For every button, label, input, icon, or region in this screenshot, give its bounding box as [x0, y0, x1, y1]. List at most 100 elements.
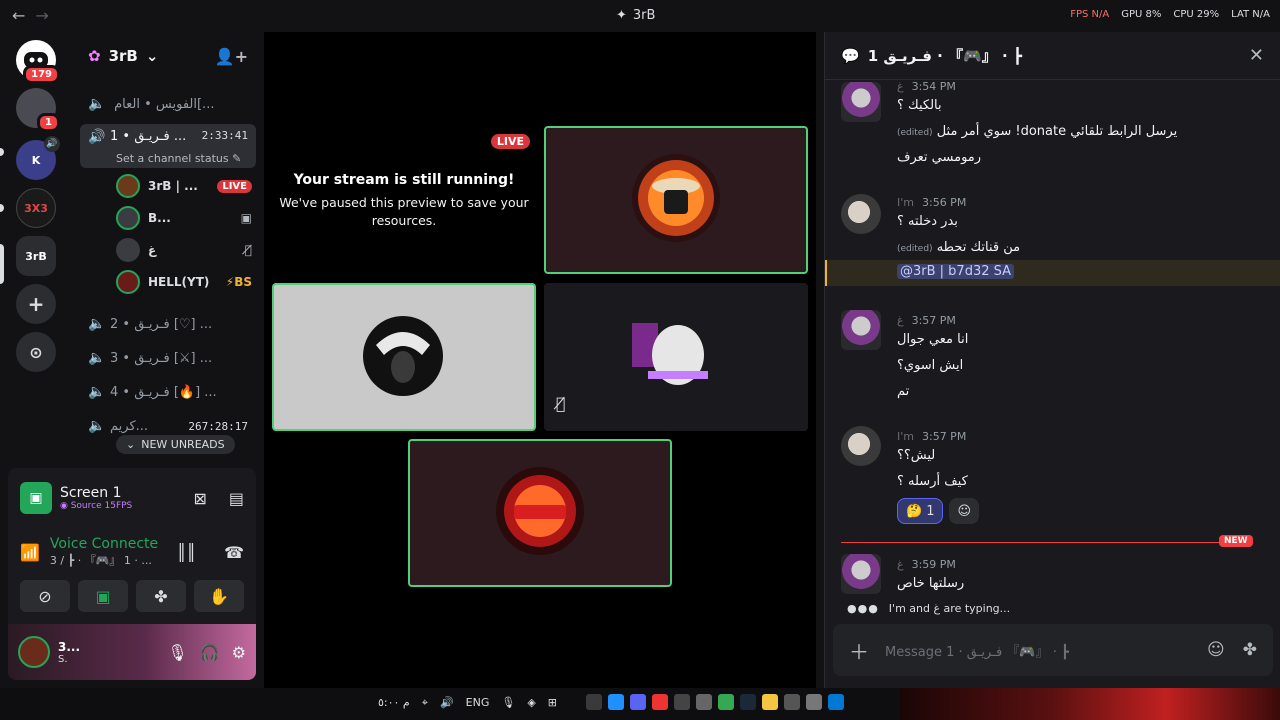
mic-tray-icon[interactable]: 🎙: [501, 696, 515, 710]
vpn-icon[interactable]: ◈: [527, 696, 535, 710]
headphones-icon[interactable]: 🎧: [200, 643, 220, 662]
language-indicator[interactable]: ENG: [466, 696, 490, 710]
voice-user-name: 3rB | ...: [148, 179, 198, 193]
wallpaper-strip: [900, 688, 1280, 720]
gear-icon[interactable]: ⚙: [232, 643, 246, 662]
channel-label: ‏كريم...: [110, 418, 149, 434]
app-icon[interactable]: [784, 694, 800, 710]
voice-user[interactable]: غ 🎙̸: [116, 236, 252, 264]
thread-panel: 💬 فـريـق 1 · 『🎮』 · ┣ ✕ غ 3:54 PM بالكيك …: [824, 32, 1280, 688]
add-server-button[interactable]: +: [16, 284, 56, 324]
voice-channel-team-2[interactable]: 🔈 ‏فـريـق • 2 [♡] ...: [80, 310, 256, 338]
add-member-icon[interactable]: 👤+: [215, 47, 248, 66]
avatar[interactable]: [841, 310, 881, 350]
participant-tile[interactable]: [272, 283, 536, 431]
youtube-icon[interactable]: [652, 694, 668, 710]
app-icon[interactable]: [586, 694, 602, 710]
reaction-button[interactable]: 🤔 1: [897, 498, 944, 524]
author-name[interactable]: غ: [897, 558, 904, 571]
avatar[interactable]: [841, 554, 881, 594]
edited-label: (edited): [897, 128, 933, 138]
steam-icon[interactable]: [740, 694, 756, 710]
clock: م ٥:٠٠: [378, 696, 410, 709]
participant-tile[interactable]: [408, 439, 672, 587]
avatar[interactable]: [841, 82, 881, 122]
discover-button[interactable]: ⊙: [16, 332, 56, 372]
server-icon-3rb[interactable]: 3rB: [16, 236, 56, 276]
author-name[interactable]: I'm: [897, 196, 914, 209]
message-composer[interactable]: ＋ Message 1 · فـريـق 『🎮』 · ┣ ☺ ✤: [833, 624, 1273, 676]
voice-user[interactable]: HELL(YT) ⚡BS: [116, 268, 252, 296]
soundboard-button[interactable]: ✋: [194, 580, 244, 612]
direct-messages-button[interactable]: 179: [16, 40, 60, 84]
reactions: 🤔 1 ☺: [897, 498, 980, 524]
channel-label: ‏فـريـق • 1 ...: [110, 129, 187, 144]
close-icon[interactable]: ✕: [1249, 45, 1264, 66]
edge-icon[interactable]: [608, 694, 624, 710]
noise-suppression-icon[interactable]: ║║: [177, 543, 196, 562]
network-icon[interactable]: ⌖: [422, 696, 428, 710]
avatar[interactable]: [841, 426, 881, 466]
volume-icon[interactable]: 🔊: [440, 696, 454, 710]
forward-button[interactable]: →: [35, 6, 48, 25]
edited-label: (edited): [897, 244, 933, 254]
chrome-icon[interactable]: [718, 694, 734, 710]
avatar[interactable]: [841, 194, 881, 234]
app-icon[interactable]: [674, 694, 690, 710]
server-icon-3x3[interactable]: 3X3: [16, 188, 56, 228]
voice-user[interactable]: 3rB | ... LIVE: [116, 172, 252, 200]
settings-icon[interactable]: [696, 694, 712, 710]
activities-button[interactable]: ✤: [136, 580, 186, 612]
disconnect-icon[interactable]: ☎: [224, 543, 244, 562]
widgets-icon[interactable]: ⊞: [548, 696, 557, 710]
channel-label: ‏الفويس • العام ‏[...: [110, 96, 215, 112]
microphone-icon[interactable]: 🎙: [167, 643, 187, 662]
avatar[interactable]: [18, 636, 50, 668]
apps-icon[interactable]: ✤: [1243, 640, 1257, 660]
timestamp: 3:54 PM: [911, 80, 956, 93]
folder-icon[interactable]: [762, 694, 778, 710]
stop-stream-icon[interactable]: ⊠: [193, 489, 206, 508]
message-input[interactable]: Message 1 · فـريـق 『🎮』 · ┣: [885, 641, 1069, 660]
plus-icon[interactable]: ＋: [849, 636, 869, 665]
voice-channel-team-4[interactable]: 🔈 ‏فـريـق • 4 [🔥] ...: [80, 378, 256, 406]
voice-stage: LIVE Your stream is still running! We've…: [264, 32, 816, 688]
message-line: ليش؟؟: [897, 448, 936, 463]
voice-channel-general[interactable]: 🔈 ‏الفويس • العام ‏[...: [80, 90, 256, 118]
server-name: 3rB: [108, 47, 138, 65]
camera-off-button[interactable]: ⊘: [20, 580, 70, 612]
message-line: بدر دخلته ؟: [897, 214, 958, 229]
channel-status[interactable]: Set a channel status ✎: [116, 152, 241, 165]
unread-pill-2: [0, 204, 4, 212]
voice-user[interactable]: B... ▣: [116, 204, 252, 232]
stream-paused-tile[interactable]: LIVE Your stream is still running! We've…: [272, 128, 536, 276]
start-icon[interactable]: [828, 694, 844, 710]
search-icon[interactable]: [806, 694, 822, 710]
author-name[interactable]: غ: [897, 80, 904, 93]
author-name[interactable]: غ: [897, 314, 904, 327]
title-bar: ← → ✦ 3rB FPS N/A GPU 8% CPU 29% LAT N/A: [0, 0, 1280, 32]
stream-settings-icon[interactable]: ▤: [229, 489, 244, 508]
emoji-icon[interactable]: ☺: [1207, 640, 1225, 660]
voice-connected-label[interactable]: Voice Connecte: [50, 536, 158, 552]
live-badge: LIVE: [217, 179, 252, 193]
participant-tile[interactable]: [544, 283, 808, 431]
participant-tile[interactable]: [544, 126, 808, 274]
message-header: غ 3:54 PM: [897, 80, 956, 93]
discord-icon[interactable]: [630, 694, 646, 710]
chevron-down-icon: ⌄: [145, 47, 159, 65]
new-unreads-button[interactable]: ⌄ NEW UNREADS: [116, 435, 235, 454]
voice-panel: ▣ Screen 1 ◉ Source 15FPS ⊠ ▤ 📶 Voice Co…: [8, 468, 256, 680]
server-header[interactable]: ✿ 3rB ⌄ 👤+: [72, 32, 264, 80]
add-reaction-button[interactable]: ☺: [949, 498, 980, 524]
message-line: ايش اسوي؟: [897, 358, 964, 373]
avatar: [632, 154, 720, 242]
back-button[interactable]: ←: [12, 6, 25, 25]
message-header: I'm 3:56 PM: [897, 196, 966, 209]
server-icon-2[interactable]: K 🔊: [16, 136, 60, 180]
server-icon-1[interactable]: 1: [16, 88, 60, 132]
screen-share-button[interactable]: ▣: [78, 580, 128, 612]
voice-channel-team-3[interactable]: 🔈 ‏فـريـق • 3 [⚔] ...: [80, 344, 256, 372]
author-name[interactable]: I'm: [897, 430, 914, 443]
user-mention[interactable]: @3rB | b7d32 SA: [897, 264, 1015, 279]
